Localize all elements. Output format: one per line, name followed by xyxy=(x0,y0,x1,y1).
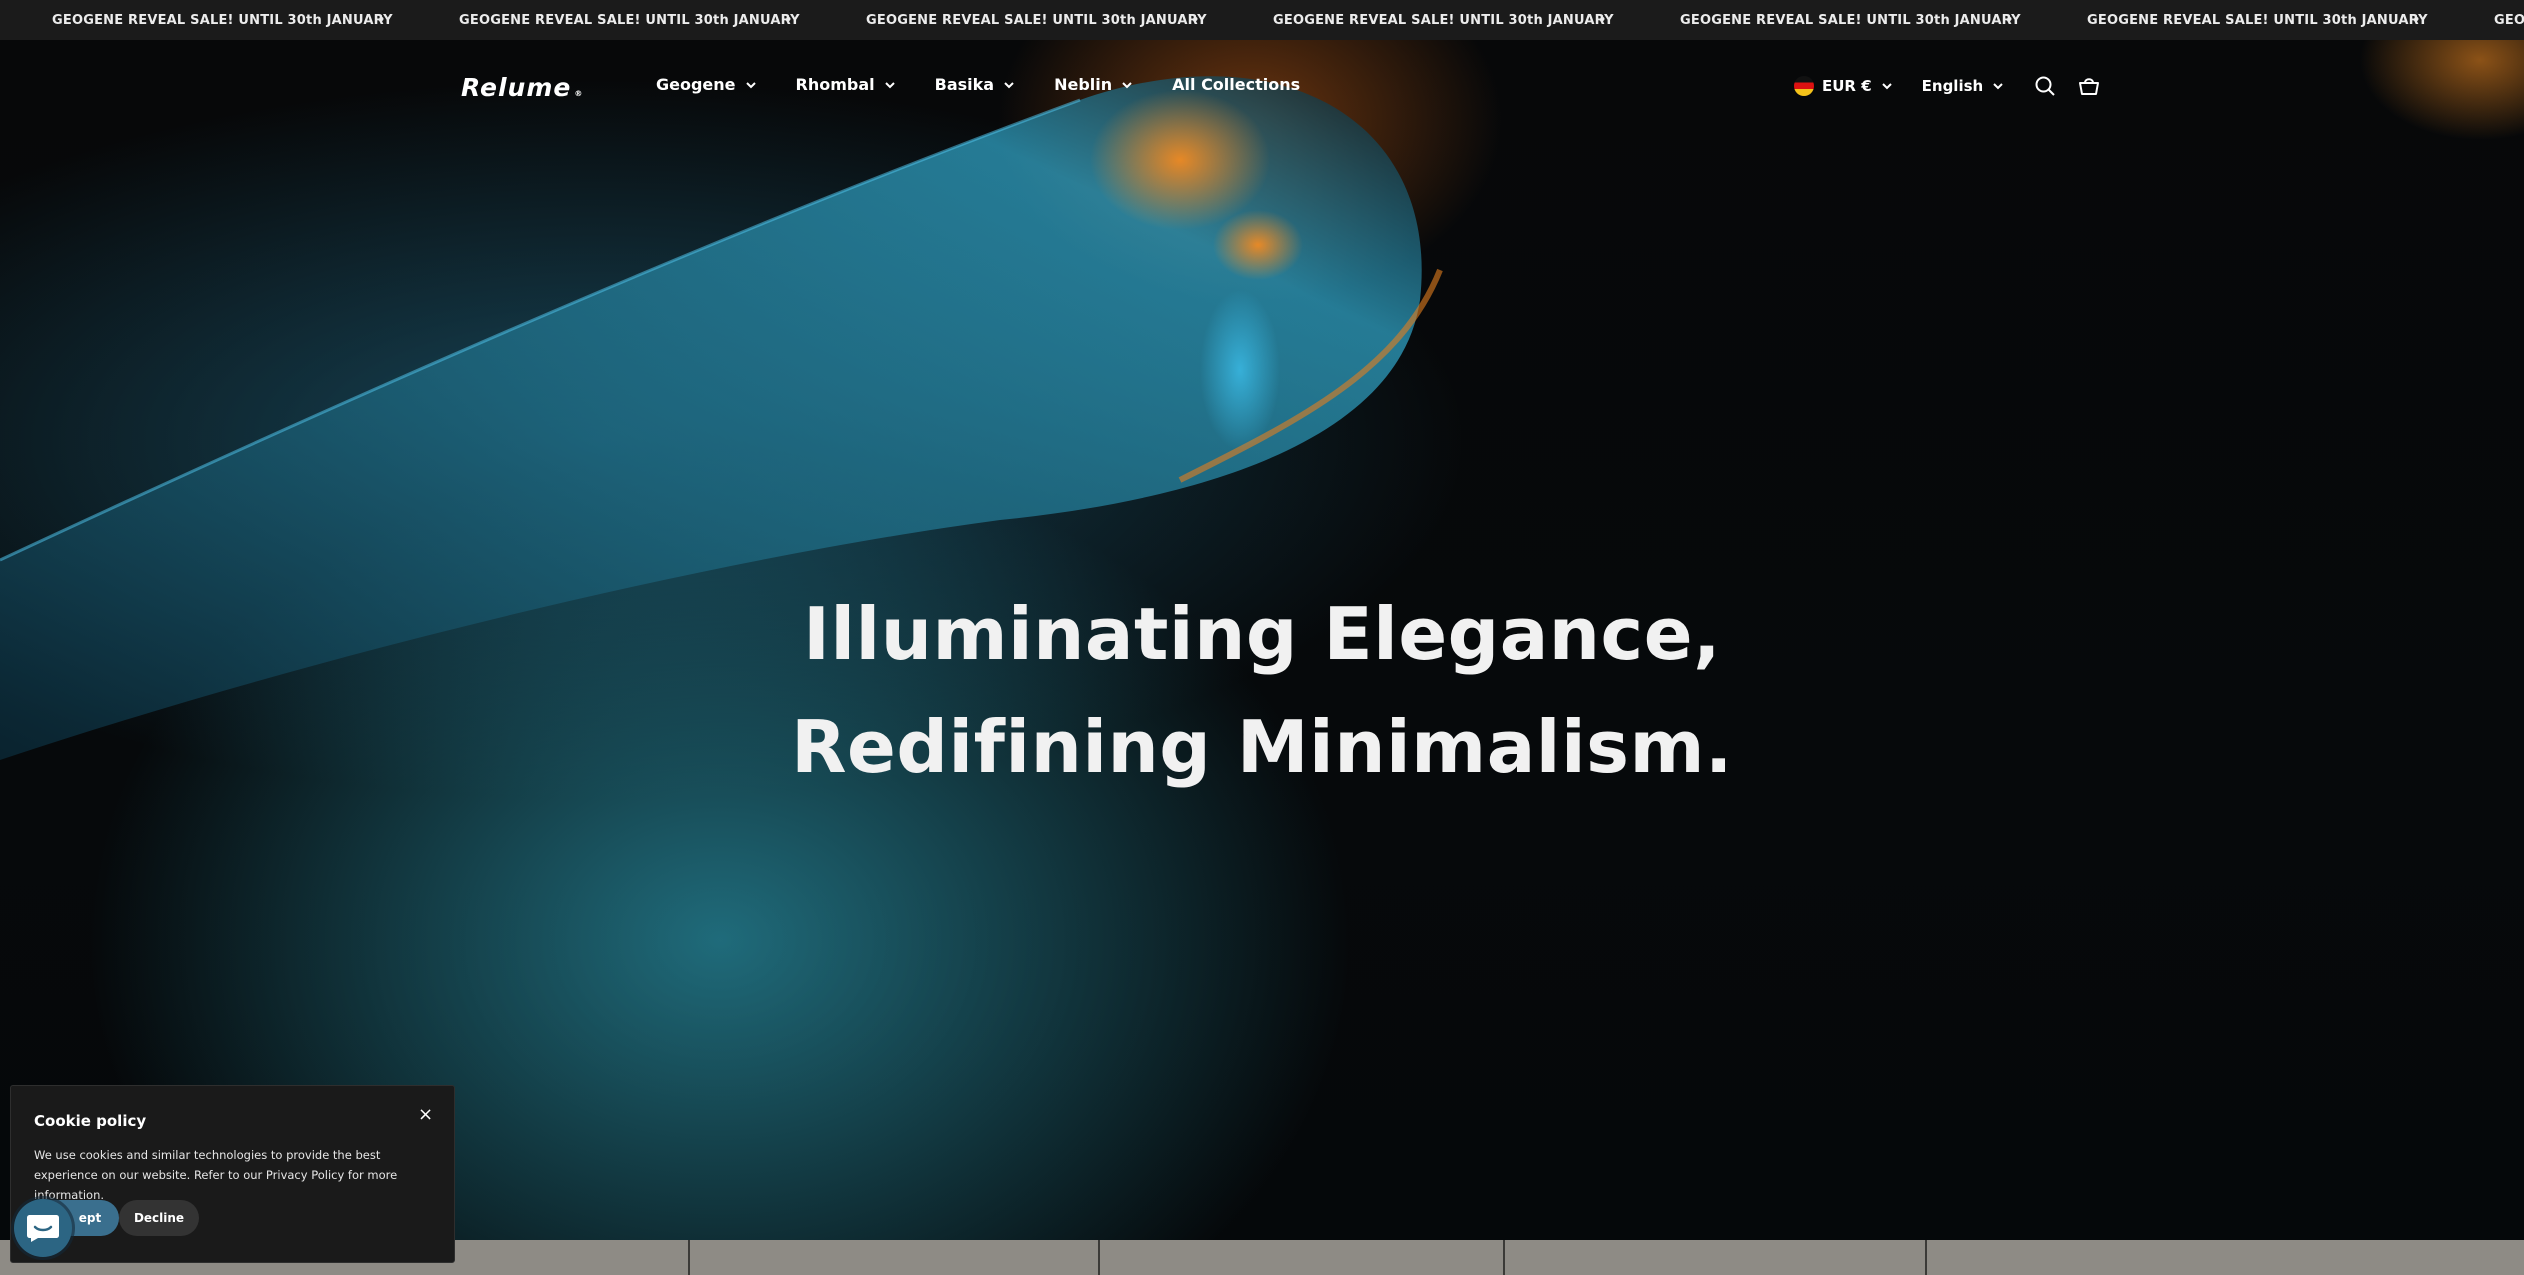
cookie-banner: Cookie policy × We use cookies and simil… xyxy=(10,1085,455,1263)
preview-divider xyxy=(688,1240,690,1275)
chevron-down-icon xyxy=(745,81,756,88)
cookie-title: Cookie policy xyxy=(34,1112,147,1130)
search-icon[interactable] xyxy=(2033,74,2057,98)
logo-text: Relume xyxy=(461,73,572,102)
announcement-item: GEOGENE REVEAL SALE! UNTIL 30th JANUARY xyxy=(866,12,1207,28)
chevron-down-icon xyxy=(1004,81,1014,88)
decline-button[interactable]: Decline xyxy=(119,1200,199,1236)
announcement-item: GEOGENE REVEAL SALE! UNTIL 30th JANUARY xyxy=(459,12,800,28)
chevron-down-icon xyxy=(1881,83,1892,90)
logo[interactable]: Relume ® xyxy=(461,73,583,102)
language-selector[interactable]: English xyxy=(1922,77,2004,95)
nav-item-rhombal[interactable]: Rhombal xyxy=(796,75,895,94)
announcement-item: GEOGENE REVEAL SALE! UNTIL 30th JANUARY xyxy=(52,12,393,28)
cookie-text: We use cookies and similar technologies … xyxy=(34,1148,398,1202)
nav-item-geogene[interactable]: Geogene xyxy=(656,75,756,94)
hero-headline: Illuminating Elegance, Redifining Minima… xyxy=(0,578,2524,804)
hero-headline-line-2: Redifining Minimalism. xyxy=(791,705,1733,789)
logo-registered-mark: ® xyxy=(574,89,584,98)
currency-selector[interactable]: EUR € xyxy=(1794,76,1892,96)
nav-item-neblin[interactable]: Neblin xyxy=(1054,75,1132,94)
announcement-separator: • xyxy=(784,12,793,28)
announcement-track: GEOGENE REVEAL SALE! UNTIL 30th JANUARY … xyxy=(52,0,2524,40)
close-icon[interactable]: × xyxy=(418,1104,433,1125)
nav-label: Neblin xyxy=(1054,75,1113,94)
announcement-item: GEOGENE REVEAL SALE! UNTIL 30th JANUARY xyxy=(1680,12,2021,28)
language-label: English xyxy=(1921,77,1984,95)
nav-label: Geogene xyxy=(656,75,736,94)
nav-item-all-collections[interactable]: All Collections xyxy=(1172,75,1300,94)
announcement-item: GEOGENE REVEAL SALE! UNTIL 30th JANUARY xyxy=(2494,12,2524,28)
chat-button[interactable] xyxy=(14,1199,72,1257)
nav-label: All Collections xyxy=(1172,75,1301,94)
nav-item-basika[interactable]: Basika xyxy=(935,75,1014,94)
announcement-item: GEOGENE REVEAL SALE! UNTIL 30th JANUARY xyxy=(1273,12,1614,28)
chevron-down-icon xyxy=(1122,81,1132,88)
preview-divider xyxy=(1925,1240,1927,1275)
announcement-bar: GEOGENE REVEAL SALE! UNTIL 30th JANUARY … xyxy=(0,0,2524,40)
preview-divider xyxy=(1098,1240,1100,1275)
preview-divider xyxy=(1503,1240,1505,1275)
announcement-separator: • xyxy=(377,12,386,28)
announcement-item: GEOGENE REVEAL SALE! UNTIL 30th JANUARY xyxy=(2087,12,2428,28)
chat-icon xyxy=(27,1215,59,1242)
currency-label: EUR € xyxy=(1822,77,1872,95)
germany-flag-icon xyxy=(1794,76,1814,96)
nav-label: Basika xyxy=(934,75,995,94)
announcement-separator: • xyxy=(1191,12,1200,28)
nav-label: Rhombal xyxy=(795,75,875,94)
announcement-separator: • xyxy=(1598,12,1607,28)
announcement-separator: • xyxy=(2005,12,2014,28)
hero-headline-line-1: Illuminating Elegance, xyxy=(803,592,1721,676)
announcement-separator: • xyxy=(2412,12,2421,28)
main-nav: Geogene Rhombal Basika Neblin All Collec… xyxy=(656,75,1340,94)
chevron-down-icon xyxy=(884,81,895,88)
header-controls: EUR € English xyxy=(1794,74,2121,98)
cart-icon[interactable] xyxy=(2077,74,2101,98)
chevron-down-icon xyxy=(1993,83,2003,90)
